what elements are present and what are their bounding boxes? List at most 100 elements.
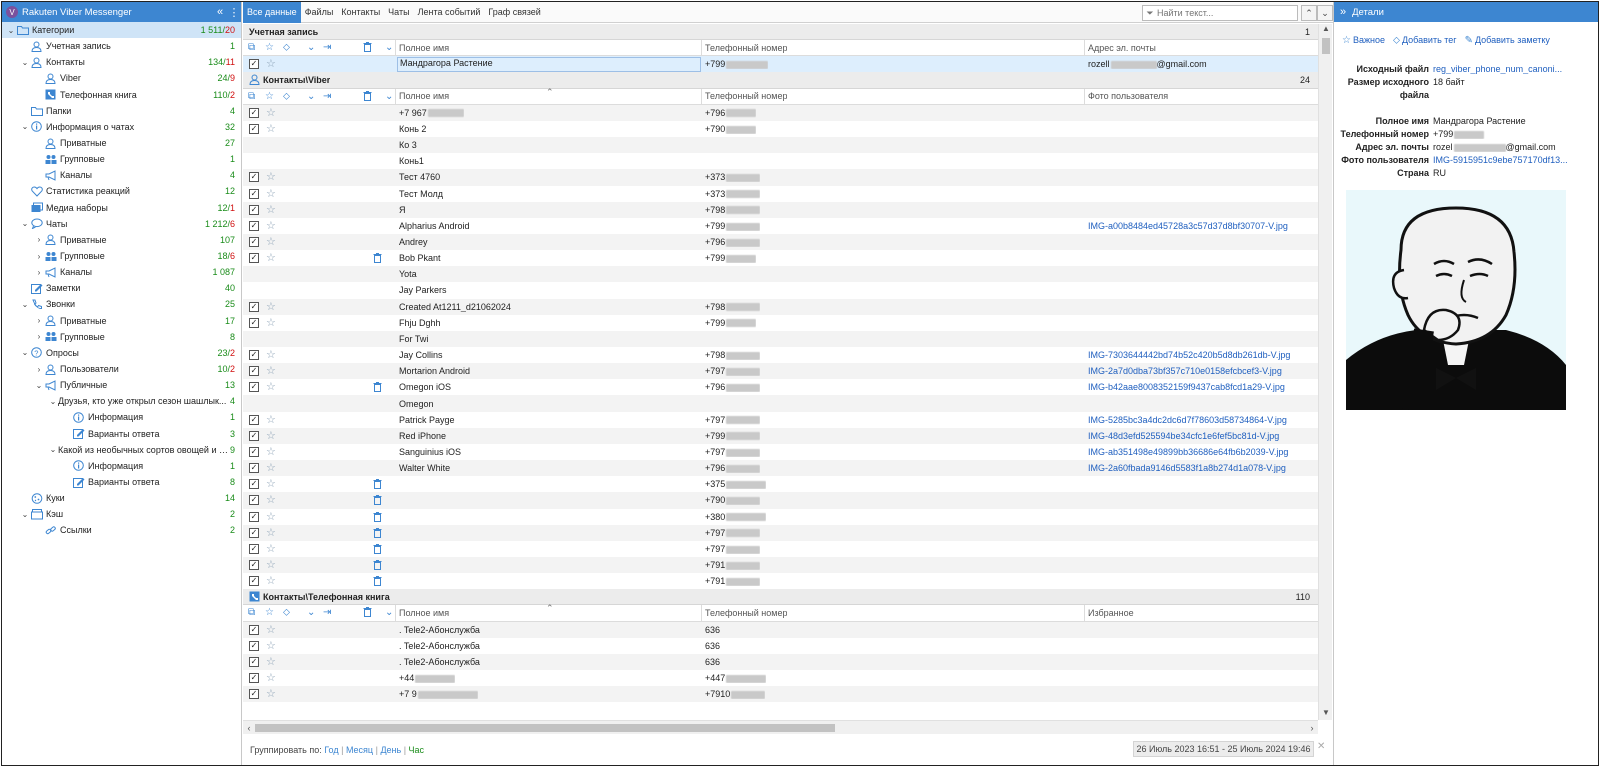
row-checkbox[interactable]: ✓ [249, 123, 259, 134]
tree-item[interactable]: Групповые 1 [2, 151, 241, 167]
row-star-icon[interactable]: ☆ [266, 123, 276, 134]
row-star-icon[interactable]: ☆ [266, 511, 276, 522]
group-header[interactable]: Учетная запись 1 [243, 24, 1318, 41]
row-star-icon[interactable]: ☆ [266, 59, 276, 70]
column-header[interactable]: Полное имя [399, 91, 449, 101]
sort-indicator-icon[interactable]: ⌃ [546, 87, 554, 98]
row-checkbox[interactable]: ✓ [249, 414, 259, 425]
group-by-час[interactable]: Час [409, 745, 425, 755]
tree-item[interactable]: Информация 1 [2, 409, 241, 425]
row-checkbox[interactable]: ✓ [249, 495, 259, 506]
tree-item[interactable]: Ссылки 2 [2, 522, 241, 538]
table-row[interactable]: Ко 3 [243, 137, 1318, 154]
tree-item[interactable]: Папки 4 [2, 103, 241, 119]
star-icon[interactable]: ☆ [265, 42, 274, 53]
row-checkbox[interactable]: ✓ [249, 463, 259, 474]
row-star-icon[interactable]: ☆ [266, 689, 276, 700]
row-star-icon[interactable]: ☆ [266, 236, 276, 247]
property-value[interactable]: IMG-5915951c9ebe757170df13... [1433, 155, 1593, 165]
column-header[interactable]: Телефонный номер [705, 608, 787, 618]
copy-icon[interactable]: ⧉ [248, 607, 255, 618]
row-checkbox[interactable]: ✓ [249, 204, 259, 215]
photo-link[interactable]: IMG-48d3efd525594be34cfc1e6fef5bc81d-V.j… [1088, 431, 1279, 441]
dropdown-icon[interactable]: ⌄ [307, 607, 315, 618]
expand-arrow-icon[interactable]: › [34, 332, 44, 341]
group-by-день[interactable]: День [380, 745, 401, 755]
row-star-icon[interactable]: ☆ [266, 220, 276, 231]
table-row[interactable]: ✓ ☆ +380 [243, 509, 1318, 525]
collapse-panel-icon[interactable]: « [213, 6, 227, 18]
photo-link[interactable]: IMG-2a7d0dba73bf357c710e0158efcbcef3-V.j… [1088, 366, 1282, 376]
column-header[interactable]: Полное имя [399, 608, 449, 618]
tree-item[interactable]: Варианты ответа 8 [2, 474, 241, 490]
tree-item[interactable]: ⌄ Информация о чатах 32 [2, 119, 241, 135]
expand-arrow-icon[interactable]: › [34, 252, 44, 261]
table-row[interactable]: ✓ ☆ . Tele2-Абонслужба 636 [243, 638, 1318, 654]
group-by-месяц[interactable]: Месяц [346, 745, 373, 755]
vertical-scroll-thumb[interactable] [1322, 38, 1330, 54]
row-checkbox[interactable]: ✓ [249, 479, 259, 490]
tree-item[interactable]: ⌄ Друзья, кто уже открыл сезон шашлык... 4 [2, 393, 241, 409]
tree-item[interactable]: Куки 14 [2, 490, 241, 506]
tree-item[interactable]: Каналы 4 [2, 167, 241, 183]
date-range[interactable]: 26 Июль 2023 16:51 - 25 Июль 2024 19:46 [1133, 741, 1314, 757]
photo-link[interactable]: IMG-5285bc3a4dc2dc6d7f78603d58734864-V.j… [1088, 415, 1287, 425]
table-row[interactable]: ✓ ☆ Мандрагора Растение +799 rozell @gmail.co… [243, 56, 1318, 73]
table-row[interactable]: ✓ ☆ Sanguinius iOS +797 IMG-ab351498e49899bb… [243, 444, 1318, 460]
tree-item[interactable]: › Групповые 8 [2, 329, 241, 345]
row-checkbox[interactable]: ✓ [249, 220, 259, 231]
tree-item[interactable]: ⌄ Звонки 25 [2, 296, 241, 312]
table-row[interactable]: ✓ ☆ Andrey +796 [243, 233, 1318, 251]
panel-menu-icon[interactable]: ⋮ [227, 6, 241, 19]
table-row[interactable]: ✓ ☆ +7 9 +7910 [243, 686, 1318, 703]
tree-item[interactable]: › Групповые 18/6 [2, 248, 241, 264]
tab-лента-событий[interactable]: Лента событий [414, 2, 485, 23]
row-checkbox[interactable]: ✓ [249, 430, 259, 441]
sort-indicator-icon[interactable]: ⌃ [546, 603, 554, 614]
row-checkbox[interactable]: ✓ [249, 543, 259, 554]
group-by-год[interactable]: Год [324, 745, 338, 755]
row-star-icon[interactable]: ☆ [266, 382, 276, 393]
row-star-icon[interactable]: ☆ [266, 172, 276, 183]
row-star-icon[interactable]: ☆ [266, 188, 276, 199]
row-star-icon[interactable]: ☆ [266, 414, 276, 425]
column-separator[interactable] [395, 88, 396, 105]
tag-icon[interactable]: ⬦ [283, 42, 290, 53]
row-checkbox[interactable]: ✓ [249, 236, 259, 247]
scroll-up-arrow[interactable]: ▲ [1319, 24, 1333, 36]
collapse-arrow-icon[interactable]: ⌄ [6, 26, 16, 35]
table-row[interactable]: ✓ ☆ Тест 4760 +373 [243, 169, 1318, 186]
tree-item[interactable]: ⌄? Опросы 23/2 [2, 345, 241, 361]
row-checkbox[interactable]: ✓ [249, 172, 259, 183]
table-row[interactable]: ✓ ☆ . Tele2-Абонслужба 636 [243, 621, 1318, 638]
table-row[interactable]: For Twi [243, 330, 1318, 348]
row-star-icon[interactable]: ☆ [266, 366, 276, 377]
column-menu-icon[interactable]: ⌄ [385, 91, 393, 102]
row-star-icon[interactable]: ☆ [266, 559, 276, 570]
export-icon[interactable]: ⇥ [323, 91, 331, 102]
row-star-icon[interactable]: ☆ [266, 673, 276, 684]
row-checkbox[interactable]: ✓ [249, 624, 259, 635]
photo-link[interactable]: IMG-7303644442bd74b52c420b5d8db261db-V.j… [1088, 350, 1290, 360]
collapse-arrow-icon[interactable]: ⌄ [20, 348, 30, 357]
column-separator[interactable] [395, 605, 396, 622]
collapse-arrow-icon[interactable]: ⌄ [34, 381, 44, 390]
row-checkbox[interactable]: ✓ [249, 527, 259, 538]
tree-item[interactable]: Заметки 40 [2, 280, 241, 296]
column-header[interactable]: Полное имя [399, 43, 449, 53]
row-star-icon[interactable]: ☆ [266, 640, 276, 651]
important-button[interactable]: ☆ Важное [1342, 35, 1385, 46]
row-checkbox[interactable]: ✓ [249, 107, 259, 118]
row-star-icon[interactable]: ☆ [266, 624, 276, 635]
photo-link[interactable]: IMG-2a60fbada9146d5583f1a8b274d1a078-V.j… [1088, 463, 1286, 473]
row-star-icon[interactable]: ☆ [266, 495, 276, 506]
column-header[interactable]: Адрес эл. почты [1088, 43, 1156, 53]
row-star-icon[interactable]: ☆ [266, 463, 276, 474]
add-note-button[interactable]: ✎ Добавить заметку [1465, 35, 1550, 46]
search-prev-button[interactable]: ⌃ [1301, 5, 1317, 21]
tree-item[interactable]: ⌄ Какой из необычных сортов овощей и ф...… [2, 442, 241, 458]
row-star-icon[interactable]: ☆ [266, 479, 276, 490]
collapse-arrow-icon[interactable]: ⌄ [20, 300, 30, 309]
tree-item[interactable]: › Приватные 107 [2, 232, 241, 248]
column-menu-icon[interactable]: ⌄ [385, 607, 393, 618]
